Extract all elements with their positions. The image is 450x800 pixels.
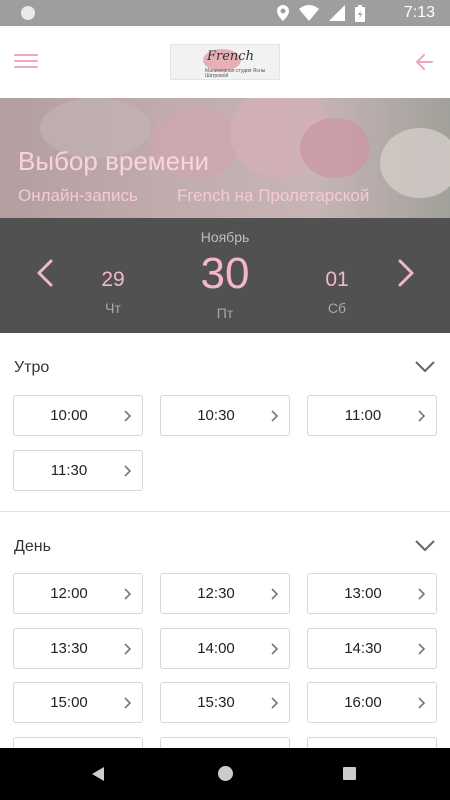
studio-logo: French Маникюрная студия Ясны Шатровой [170, 44, 280, 80]
nav-back-icon[interactable] [92, 767, 106, 781]
time-slot[interactable]: 14:00 [160, 628, 290, 669]
signal-icon [329, 5, 345, 21]
previous-day-icon[interactable] [34, 258, 56, 288]
day-selected[interactable]: 30 Пт [185, 251, 265, 322]
section-title-morning: Утро [14, 359, 50, 376]
chevron-down-icon[interactable] [414, 539, 436, 553]
time-slot[interactable]: 10:30 [160, 395, 290, 436]
next-day-icon[interactable] [395, 258, 417, 288]
back-arrow-icon[interactable] [412, 50, 436, 74]
time-slot[interactable]: 10:00 [13, 395, 143, 436]
chevron-right-icon [418, 588, 426, 600]
breadcrumb-online-booking[interactable]: Онлайн-запись [18, 186, 138, 206]
chevron-right-icon [418, 697, 426, 709]
chevron-right-icon [271, 643, 279, 655]
date-picker: Ноябрь 29 Чт 30 Пт 01 Сб [0, 218, 450, 333]
chevron-right-icon [271, 588, 279, 600]
time-slot[interactable]: 11:30 [13, 450, 143, 491]
section-title-day: День [14, 538, 51, 555]
chevron-right-icon [418, 643, 426, 655]
location-icon [277, 5, 289, 21]
nav-recent-icon[interactable] [343, 767, 356, 780]
time-slot[interactable]: 13:30 [13, 628, 143, 669]
status-time: 7:13 [403, 4, 435, 21]
chevron-right-icon [418, 410, 426, 422]
chevron-right-icon [124, 465, 132, 477]
hero-banner: Выбор времени Онлайн-запись French на Пр… [0, 98, 450, 218]
chevron-right-icon [124, 697, 132, 709]
page-title: Выбор времени [18, 146, 210, 176]
chevron-right-icon [124, 588, 132, 600]
menu-button[interactable] [14, 50, 38, 74]
chevron-right-icon [271, 410, 279, 422]
time-slot[interactable]: 16:00 [307, 682, 437, 723]
status-icons [277, 4, 365, 22]
section-divider [0, 511, 450, 512]
app-bar: French Маникюрная студия Ясны Шатровой [0, 26, 450, 98]
logo-subtitle: Маникюрная студия Ясны Шатровой [205, 68, 266, 79]
time-slot[interactable]: 13:00 [307, 573, 437, 614]
day-next[interactable]: 01 Сб [312, 268, 362, 316]
time-slot[interactable]: 15:30 [160, 682, 290, 723]
time-slot[interactable]: 11:00 [307, 395, 437, 436]
status-bar: 7:13 [0, 0, 450, 26]
day-previous[interactable]: 29 Чт [88, 268, 138, 316]
chevron-right-icon [124, 410, 132, 422]
time-slot[interactable]: 12:00 [13, 573, 143, 614]
time-slot[interactable]: 14:30 [307, 628, 437, 669]
logo-script: French [207, 49, 254, 64]
month-label: Ноябрь [200, 229, 250, 245]
time-slot[interactable]: 15:00 [13, 682, 143, 723]
battery-icon [355, 4, 365, 22]
chevron-right-icon [271, 697, 279, 709]
chevron-down-icon[interactable] [414, 360, 436, 374]
hamburger-icon [14, 54, 38, 56]
system-nav-bar [0, 748, 450, 800]
time-slot[interactable]: 12:30 [160, 573, 290, 614]
wifi-icon [299, 5, 319, 21]
nav-home-icon[interactable] [218, 766, 233, 781]
chevron-right-icon [124, 643, 132, 655]
notification-dot-icon [21, 6, 35, 20]
breadcrumb-location[interactable]: French на Пролетарской [177, 186, 369, 206]
